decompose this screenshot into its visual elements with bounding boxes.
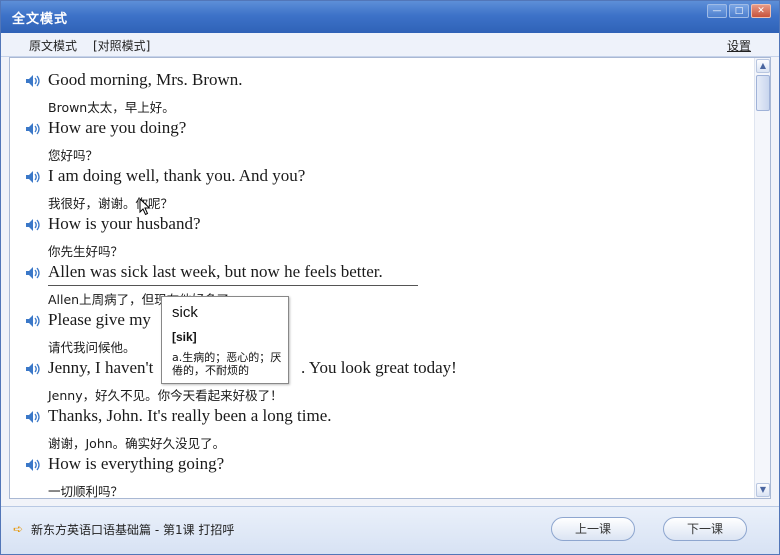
window-controls: — □ ✕ — [707, 4, 771, 18]
window-title: 全文模式 — [12, 12, 69, 27]
transcript-panel: Good morning, Mrs. Brown. Brown太太，早上好。 H… — [9, 57, 771, 499]
menu-bar: 原文模式 [对照模式] 设置 — [1, 33, 779, 57]
title-bar[interactable]: 全文模式 — □ ✕ — [1, 1, 779, 33]
lesson-status-text: 新东方英语口语基础篇 - 第1课 打招呼 — [31, 523, 235, 537]
scroll-up-icon[interactable]: ▲ — [756, 59, 770, 73]
speaker-icon[interactable] — [25, 74, 41, 88]
arrow-right-icon: ➪ — [13, 522, 24, 536]
speaker-icon[interactable] — [25, 218, 41, 232]
english-sentence[interactable]: Good morning, Mrs. Brown. — [48, 70, 243, 90]
english-sentence[interactable]: I am doing well, thank you. And you? — [48, 166, 305, 186]
next-lesson-button[interactable]: 下一课 — [663, 517, 747, 541]
chinese-translation: 我很好，谢谢。你呢？ — [48, 196, 174, 211]
english-sentence[interactable]: Please give my — [48, 310, 151, 330]
chinese-translation: 请代我问候他。 — [48, 340, 136, 355]
speaker-icon[interactable] — [25, 122, 41, 136]
chinese-translation: Jenny，好久不见。你今天看起来好极了！ — [48, 388, 283, 403]
previous-lesson-button[interactable]: 上一课 — [551, 517, 635, 541]
scroll-thumb[interactable] — [756, 75, 770, 111]
status-bar: ➪ 新东方英语口语基础篇 - 第1课 打招呼 上一课 下一课 — [1, 506, 779, 554]
speaker-icon[interactable] — [25, 266, 41, 280]
vertical-scrollbar[interactable]: ▲ ▼ — [754, 58, 770, 498]
chinese-translation: Brown太太，早上好。 — [48, 100, 175, 115]
scroll-down-icon[interactable]: ▼ — [756, 483, 770, 497]
english-sentence[interactable]: How are you doing? — [48, 118, 186, 138]
speaker-icon[interactable] — [25, 362, 41, 376]
close-button[interactable]: ✕ — [751, 4, 771, 18]
english-sentence[interactable]: Jenny, I haven't — [48, 358, 153, 378]
mouse-cursor-icon — [139, 198, 151, 216]
menu-compare-mode[interactable]: [对照模式] — [93, 37, 150, 54]
speaker-icon[interactable] — [25, 314, 41, 328]
full-text-window: 全文模式 — □ ✕ 原文模式 [对照模式] 设置 Good morning, … — [0, 0, 780, 555]
settings-link[interactable]: 设置 — [727, 37, 751, 54]
english-sentence-tail[interactable]: . You look great today! — [301, 358, 457, 378]
maximize-button[interactable]: □ — [729, 4, 749, 18]
chinese-translation: 你先生好吗？ — [48, 244, 124, 259]
english-sentence[interactable]: How is everything going? — [48, 454, 224, 474]
popup-definition: a.生病的；恶心的；厌倦的，不耐烦的 — [172, 351, 282, 377]
english-sentence[interactable]: Thanks, John. It's really been a long ti… — [48, 406, 332, 426]
minimize-button[interactable]: — — [707, 4, 727, 18]
chinese-translation: 谢谢，John。确实好久没见了。 — [48, 436, 226, 451]
speaker-icon[interactable] — [25, 170, 41, 184]
sentence-underline — [48, 285, 418, 286]
popup-word: sick — [172, 304, 198, 321]
english-sentence[interactable]: Allen was sick last week, but now he fee… — [48, 262, 383, 282]
menu-original-mode[interactable]: 原文模式 — [29, 37, 77, 54]
speaker-icon[interactable] — [25, 410, 41, 424]
chinese-translation: 您好吗？ — [48, 148, 99, 163]
english-sentence[interactable]: How is your husband? — [48, 214, 201, 234]
speaker-icon[interactable] — [25, 458, 41, 472]
word-definition-popup: sick [sik] a.生病的；恶心的；厌倦的，不耐烦的 — [161, 296, 289, 384]
chinese-translation: 一切顺利吗？ — [48, 484, 124, 499]
popup-phonetic: [sik] — [172, 330, 197, 344]
